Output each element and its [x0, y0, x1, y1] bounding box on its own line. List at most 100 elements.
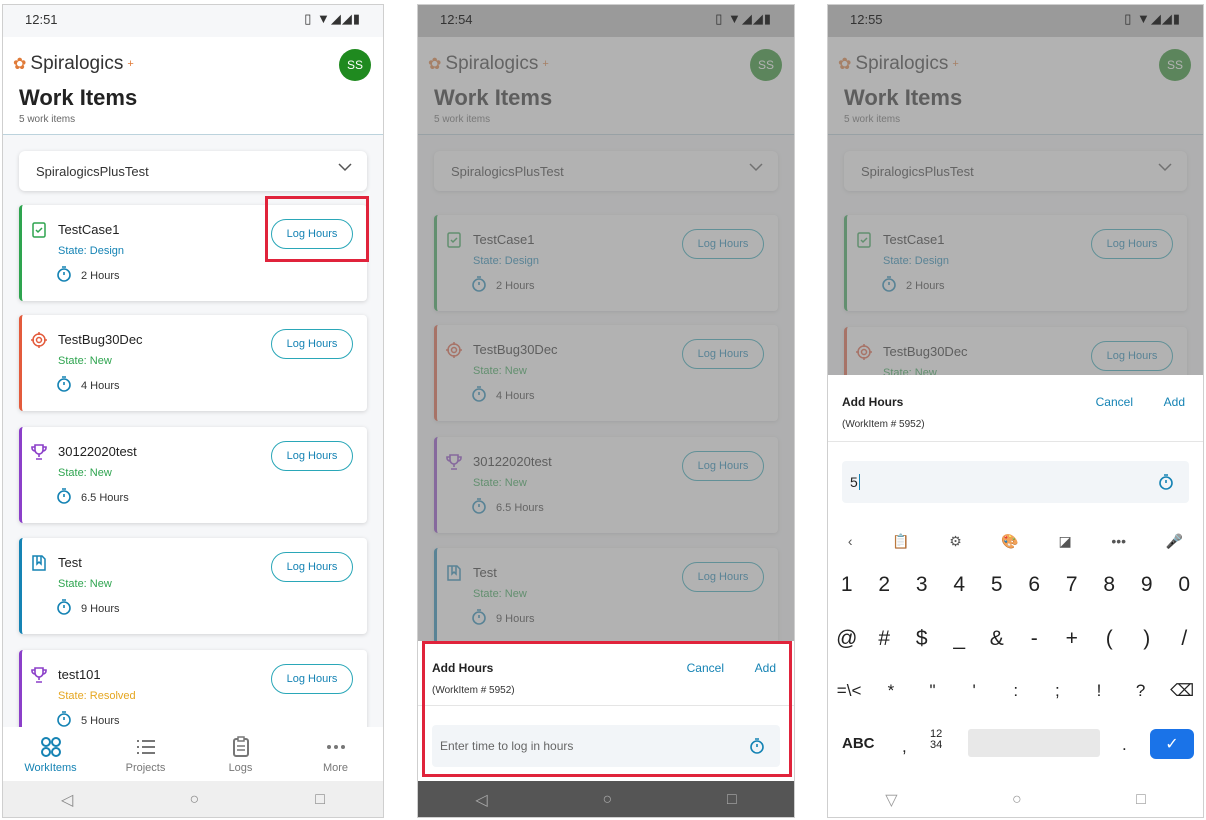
recents-icon[interactable]: □ [315, 791, 325, 809]
keyboard-toolbar-icon[interactable]: 🎤 [1166, 533, 1183, 550]
back-icon[interactable]: ◁ [475, 790, 487, 810]
soft-keyboard: ‹ 📋 ⚙ 🎨 ◪ ••• 🎤 1234567890 @ # $ _ & - + () / =\< * " ':;… [828, 513, 1203, 817]
keyboard-toolbar-icon[interactable]: ◪ [1058, 533, 1071, 550]
project-name: SpiralogicsPlusTest [36, 163, 149, 179]
log-hours-button[interactable]: Log Hours [271, 552, 353, 582]
keyboard-toolbar-icon[interactable]: ••• [1111, 533, 1126, 549]
key[interactable]: ' [962, 681, 986, 701]
key[interactable]: =\< [837, 681, 862, 701]
key[interactable]: 0 [1172, 573, 1196, 597]
key[interactable]: $ [910, 627, 934, 651]
work-item-state: State: New [58, 578, 112, 590]
work-item-title: TestCase1 [58, 222, 120, 237]
nav-workitems[interactable]: WorkItems [3, 727, 98, 781]
key[interactable]: 4 [947, 573, 971, 597]
work-item-count: 5 work items [19, 114, 76, 125]
work-item-title: 30122020test [58, 444, 137, 459]
work-item-card[interactable]: Test State: New 9 Hours Log Hours [19, 538, 367, 634]
keyboard-row-punct: =\< * " ':;!? ⌫ [828, 681, 1203, 701]
key[interactable]: @ [835, 627, 859, 651]
back-icon[interactable]: ▽ [885, 790, 897, 810]
key[interactable]: 5 [985, 573, 1009, 597]
work-item-hours: 4 Hours [81, 380, 120, 392]
key[interactable]: ⌫ [1170, 681, 1194, 701]
keyboard-row-bottom: ABC , 12 34 . ✓ [828, 725, 1203, 765]
log-hours-button[interactable]: Log Hours [271, 664, 353, 694]
key[interactable]: / [1172, 627, 1196, 651]
nav-more-label: More [322, 761, 349, 774]
recents-icon[interactable]: □ [727, 791, 737, 809]
add-button[interactable]: Add [1164, 395, 1185, 409]
more-dots-icon [326, 744, 345, 749]
key[interactable]: - [1022, 627, 1046, 651]
home-icon[interactable]: ○ [602, 791, 612, 809]
key[interactable]: + [1060, 627, 1084, 651]
key[interactable]: 1 [835, 573, 859, 597]
brand-name: Spiralogics [30, 53, 124, 74]
keyboard-toolbar-icon[interactable]: ‹ [848, 533, 853, 549]
home-icon[interactable]: ○ [189, 791, 199, 809]
key[interactable]: 7 [1060, 573, 1084, 597]
comma-key[interactable]: , [902, 737, 907, 757]
key[interactable]: ; [1045, 681, 1069, 701]
app-header: ✿ Spiralogics+ SS Work Items 5 work item… [3, 37, 383, 135]
key[interactable]: ( [1097, 627, 1121, 651]
brand-logo: ✿ Spiralogics+ [13, 53, 134, 75]
key[interactable]: # [872, 627, 896, 651]
stopwatch-icon [55, 265, 73, 283]
bottom-navigation: WorkItems Projects Logs More [3, 727, 383, 781]
page-title: Work Items [19, 85, 138, 110]
key[interactable]: * [879, 681, 903, 701]
key[interactable]: : [1004, 681, 1028, 701]
key[interactable]: 9 [1135, 573, 1159, 597]
hours-input[interactable]: 5 [842, 461, 1189, 503]
status-bar: 12:55 ▯ ▼◢◢▮ [828, 5, 1203, 37]
nav-logs[interactable]: Logs [193, 727, 288, 781]
key[interactable]: 6 [1022, 573, 1046, 597]
key[interactable]: " [921, 681, 945, 701]
keyboard-toolbar-icon[interactable]: 📋 [892, 533, 909, 550]
trophy-icon [30, 443, 48, 461]
keyboard-toolbar: ‹ 📋 ⚙ 🎨 ◪ ••• 🎤 [828, 521, 1203, 561]
key[interactable]: _ [947, 627, 971, 651]
stopwatch-icon [55, 710, 73, 728]
add-hours-sheet: Add Hours (WorkItem # 5952) Cancel Add 5 [828, 375, 1203, 513]
back-icon[interactable]: ◁ [61, 790, 73, 810]
status-time: 12:51 [25, 12, 58, 27]
status-bar: 12:54 ▯ ▼◢◢▮ [418, 5, 794, 37]
project-dropdown[interactable]: SpiralogicsPlusTest [19, 151, 367, 191]
log-hours-button[interactable]: Log Hours [271, 329, 353, 359]
key[interactable]: ! [1087, 681, 1111, 701]
work-item-card[interactable]: TestBug30Dec State: New 4 Hours Log Hours [19, 315, 367, 411]
stopwatch-icon [55, 375, 73, 393]
keyboard-toolbar-icon[interactable]: ⚙ [949, 533, 962, 550]
key[interactable]: 8 [1097, 573, 1121, 597]
cancel-button[interactable]: Cancel [1096, 395, 1133, 409]
key[interactable]: ? [1129, 681, 1153, 701]
recents-icon[interactable]: □ [1136, 791, 1146, 809]
work-item-card[interactable]: 30122020test State: New 6.5 Hours Log Hours [19, 427, 367, 523]
key[interactable]: ) [1135, 627, 1159, 651]
workitems-icon [40, 736, 61, 757]
nav-projects[interactable]: Projects [98, 727, 193, 781]
avatar[interactable]: SS [339, 49, 371, 81]
key[interactable]: 3 [910, 573, 934, 597]
keyboard-toolbar-icon[interactable]: 🎨 [1001, 533, 1018, 550]
status-time: 12:54 [440, 12, 473, 27]
nav-more[interactable]: More [288, 727, 383, 781]
android-navigation-bar: ◁ ○ □ [3, 781, 383, 817]
period-key[interactable]: . [1122, 735, 1127, 755]
numpad-key[interactable]: 12 34 [930, 729, 942, 751]
home-icon[interactable]: ○ [1012, 791, 1022, 809]
log-hours-button[interactable]: Log Hours [271, 441, 353, 471]
key[interactable]: & [985, 627, 1009, 651]
nav-projects-label: Projects [125, 761, 166, 774]
keyboard-row-digits: 1234567890 [828, 573, 1203, 597]
abc-key[interactable]: ABC [842, 735, 875, 752]
screen-work-items: 12:51 ▯ ▼◢◢▮ ✿ Spiralogics + SS Work Item… [2, 4, 384, 818]
enter-check-key[interactable]: ✓ [1150, 729, 1194, 759]
stopwatch-icon [55, 598, 73, 616]
system-status-icons: ▯ ▼◢◢▮ [1124, 11, 1181, 26]
key[interactable]: 2 [872, 573, 896, 597]
space-bar[interactable] [968, 729, 1100, 757]
